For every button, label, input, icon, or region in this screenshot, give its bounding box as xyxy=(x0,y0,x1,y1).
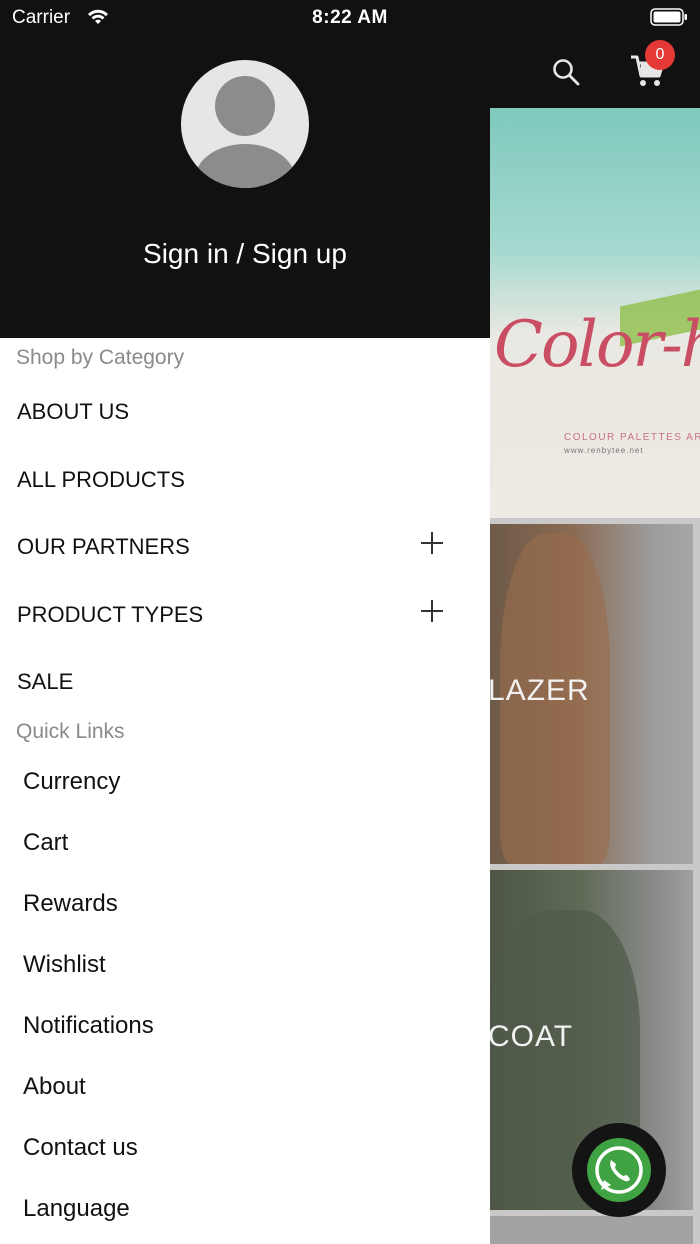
avatar-head xyxy=(215,76,275,136)
quick-link-rewards[interactable]: Rewards xyxy=(23,890,118,918)
phone-icon xyxy=(595,1146,643,1194)
category-product-types[interactable]: PRODUCT TYPES xyxy=(17,600,457,628)
clock: 8:22 AM xyxy=(312,7,388,28)
status-bar: Carrier 8:22 AM xyxy=(0,0,700,36)
quick-link-notifications[interactable]: Notifications xyxy=(23,1012,154,1040)
category-label: ALL PRODUCTS xyxy=(17,467,185,492)
category-our-partners[interactable]: OUR PARTNERS xyxy=(17,532,457,560)
quick-link-currency[interactable]: Currency xyxy=(23,768,120,796)
app-header: 0 xyxy=(490,36,700,108)
quick-link-wishlist[interactable]: Wishlist xyxy=(23,951,106,979)
sign-in-button[interactable]: Sign in / Sign up xyxy=(0,238,490,270)
quick-link-about[interactable]: About xyxy=(23,1073,86,1101)
drawer-header: Sign in / Sign up xyxy=(0,36,490,338)
search-icon[interactable] xyxy=(552,58,580,86)
battery-icon xyxy=(650,8,687,26)
whatsapp-button[interactable] xyxy=(572,1123,666,1217)
quick-link-contact-us[interactable]: Contact us xyxy=(23,1134,138,1162)
avatar[interactable] xyxy=(181,60,309,188)
shop-by-category-heading: Shop by Category xyxy=(16,346,185,369)
quick-link-cart[interactable]: Cart xyxy=(23,829,68,857)
whatsapp-icon xyxy=(587,1138,651,1202)
tile-label: COAT xyxy=(490,1020,574,1053)
avatar-body xyxy=(195,144,295,188)
expand-plus-icon[interactable] xyxy=(421,532,443,554)
category-label: PRODUCT TYPES xyxy=(17,602,204,627)
quick-link-language[interactable]: Language xyxy=(23,1195,130,1223)
category-sale[interactable]: SALE xyxy=(17,669,457,695)
main-content: 0 Color-h COLOUR PALETTES AR www.renbyte… xyxy=(490,36,700,1244)
category-about-us[interactable]: ABOUT US xyxy=(17,399,457,425)
promo-banner[interactable]: Color-h COLOUR PALETTES AR www.renbytee.… xyxy=(490,108,700,518)
banner-url: www.renbytee.net xyxy=(564,446,644,455)
category-label: ABOUT US xyxy=(17,399,130,424)
navigation-drawer: Sign in / Sign up Shop by Category ABOUT… xyxy=(0,36,490,1244)
category-label: OUR PARTNERS xyxy=(17,534,190,559)
banner-script-text: Color-h xyxy=(494,308,700,382)
category-tile-next[interactable] xyxy=(490,1216,693,1244)
cart-count-badge: 0 xyxy=(645,40,675,70)
category-label: SALE xyxy=(17,669,74,694)
expand-plus-icon[interactable] xyxy=(421,600,443,622)
category-tile-blazer[interactable]: LAZER xyxy=(490,524,693,864)
banner-caption: COLOUR PALETTES AR xyxy=(564,432,700,443)
tile-label: LAZER xyxy=(490,674,590,707)
quick-links-heading: Quick Links xyxy=(16,720,125,743)
category-all-products[interactable]: ALL PRODUCTS xyxy=(17,467,457,493)
